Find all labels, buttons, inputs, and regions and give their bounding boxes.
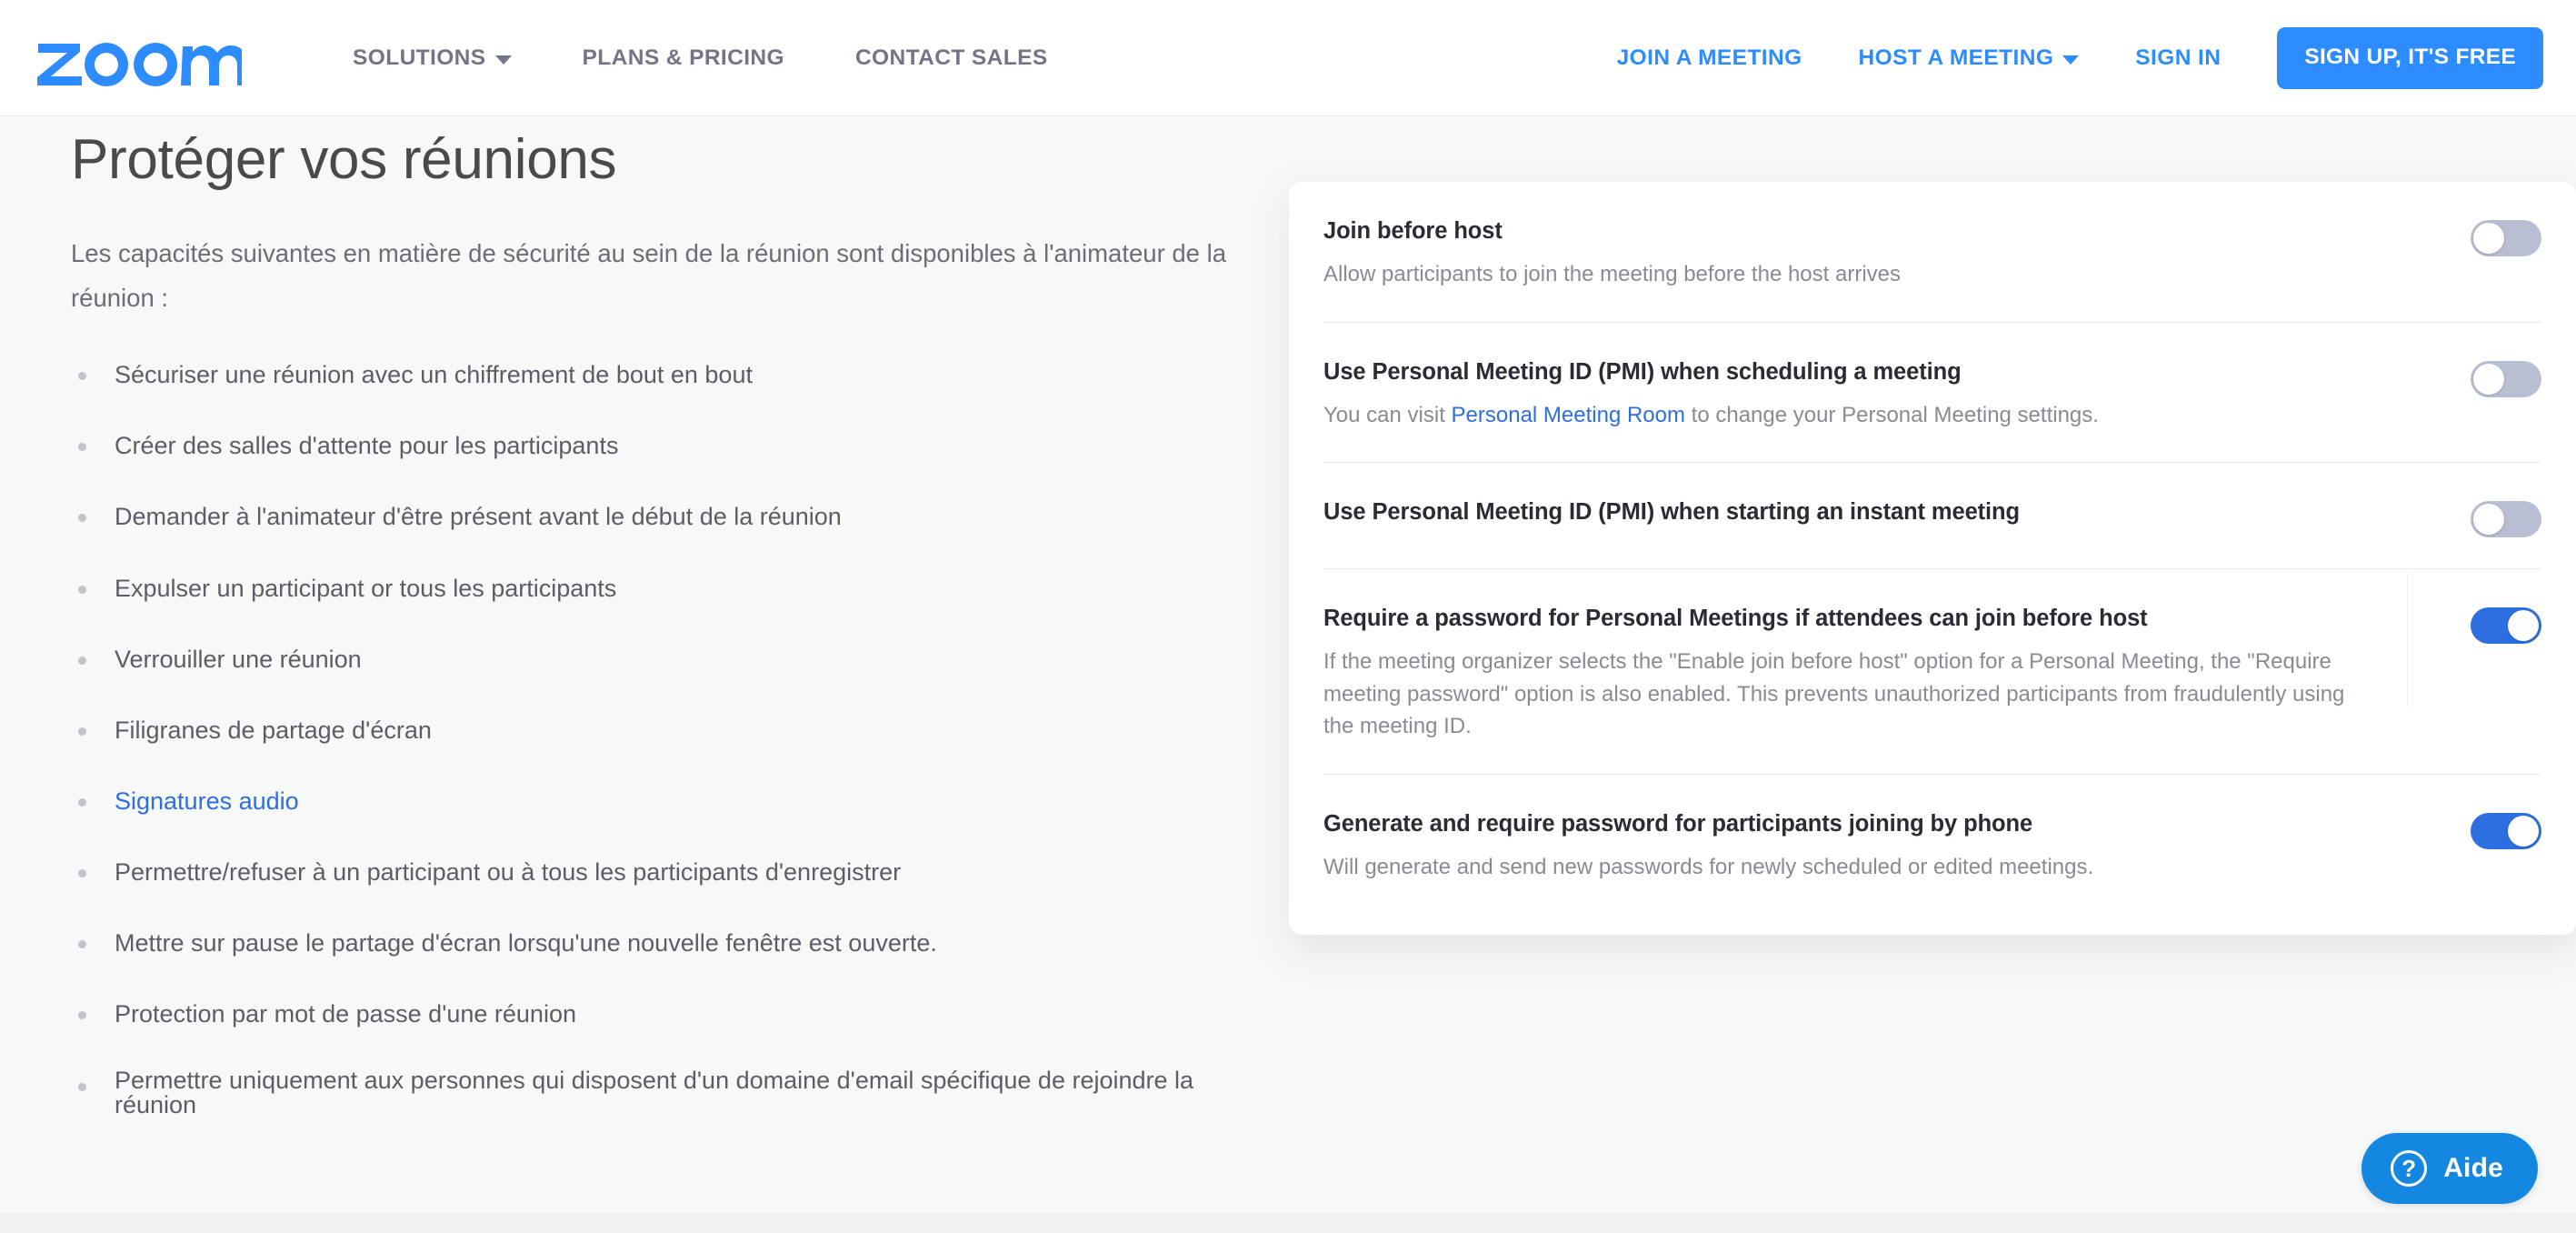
toggle-cell <box>2423 216 2541 256</box>
toggle-join-before-host[interactable] <box>2471 220 2541 256</box>
list-item: Verrouiller une réunion <box>71 642 1280 677</box>
list-item: Expulser un participant or tous les part… <box>71 571 1280 606</box>
nav-sign-in-label: SIGN IN <box>2135 45 2221 71</box>
feature-label: Créer des salles d'attente pour les part… <box>115 432 618 459</box>
nav-plans-pricing-label: PLANS & PRICING <box>583 45 784 71</box>
feature-list: Sécuriser une réunion avec un chiffremen… <box>71 357 1280 1102</box>
nav-sign-in[interactable]: SIGN IN <box>2135 45 2221 71</box>
toggle-pmi-scheduling[interactable] <box>2471 361 2541 397</box>
feature-label: Verrouiller une réunion <box>115 646 362 673</box>
list-item: Créer des salles d'attente pour les part… <box>71 428 1280 464</box>
setting-title: Use Personal Meeting ID (PMI) when sched… <box>1323 357 2378 387</box>
setting-description: You can visit Personal Meeting Room to c… <box>1323 399 2378 432</box>
setting-row-password-phone-participants: Generate and require password for partic… <box>1323 775 2541 935</box>
setting-row-require-password-personal-meetings: Require a password for Personal Meetings… <box>1323 569 2541 775</box>
nav-host-a-meeting-label: HOST A MEETING <box>1859 45 2054 71</box>
question-mark-circle-icon: ? <box>2391 1150 2427 1187</box>
footer-band <box>0 1213 2576 1233</box>
nav-contact-sales[interactable]: CONTACT SALES <box>855 45 1048 71</box>
setting-text: Generate and require password for partic… <box>1323 809 2423 884</box>
site-header: SOLUTIONS PLANS & PRICING CONTACT SALES … <box>0 0 2576 116</box>
nav-plans-pricing[interactable]: PLANS & PRICING <box>583 45 784 71</box>
toggle-knob <box>2473 364 2504 395</box>
setting-title: Use Personal Meeting ID (PMI) when start… <box>1323 497 2378 527</box>
nav-host-a-meeting[interactable]: HOST A MEETING <box>1859 45 2080 71</box>
desc-before-link: You can visit <box>1323 403 1452 427</box>
setting-description: Will generate and send new passwords for… <box>1323 851 2378 884</box>
nav-contact-sales-label: CONTACT SALES <box>855 45 1048 71</box>
toggle-require-password-personal-meetings[interactable] <box>2471 607 2541 644</box>
intro-paragraph: Les capacités suivantes en matière de sé… <box>71 232 1253 321</box>
setting-text: Join before host Allow participants to j… <box>1323 216 2423 291</box>
setting-row-pmi-instant-meeting: Use Personal Meeting ID (PMI) when start… <box>1323 463 2541 569</box>
setting-title: Join before host <box>1323 216 2378 246</box>
personal-meeting-room-link[interactable]: Personal Meeting Room <box>1452 403 1685 427</box>
list-item: Protection par mot de passe d'une réunio… <box>71 997 1280 1032</box>
toggle-cell <box>2423 357 2541 397</box>
desc-after-link: to change your Personal Meeting settings… <box>1685 403 2099 427</box>
feature-label: Protection par mot de passe d'une réunio… <box>115 1000 576 1028</box>
feature-label-line-2: réunion <box>115 1093 1280 1118</box>
sign-up-button[interactable]: SIGN UP, IT'S FREE <box>2277 27 2543 89</box>
toggle-knob <box>2508 610 2539 641</box>
feature-label: Sécuriser une réunion avec un chiffremen… <box>115 361 753 388</box>
list-item-overflowing: Permettre uniquement aux personnes qui d… <box>71 1068 1280 1103</box>
list-item: Filigranes de partage d'écran <box>71 713 1280 748</box>
help-button-label: Aide <box>2443 1153 2503 1184</box>
toggle-password-phone-participants[interactable] <box>2471 813 2541 849</box>
feature-label: Filigranes de partage d'écran <box>115 717 432 744</box>
main-content-left: Protéger vos réunions Les capacités suiv… <box>71 127 1280 1138</box>
nav-join-a-meeting-label: JOIN A MEETING <box>1617 45 1802 71</box>
feature-label: Expulser un participant or tous les part… <box>115 575 616 602</box>
toggle-knob <box>2473 223 2504 254</box>
feature-label: Permettre/refuser à un participant ou à … <box>115 858 901 886</box>
feature-label: Mettre sur pause le partage d'écran lors… <box>115 929 937 957</box>
setting-title: Require a password for Personal Meetings… <box>1323 604 2378 634</box>
toggle-cell <box>2423 604 2541 644</box>
list-item: Demander à l'animateur d'être présent av… <box>71 499 1280 535</box>
list-item-link-signatures-audio[interactable]: Signatures audio <box>71 784 1280 819</box>
setting-text: Use Personal Meeting ID (PMI) when start… <box>1323 497 2423 527</box>
toggle-pmi-instant-meeting[interactable] <box>2471 501 2541 537</box>
toggle-cell <box>2423 497 2541 537</box>
list-item: Mettre sur pause le partage d'écran lors… <box>71 926 1280 961</box>
setting-description: Allow participants to join the meeting b… <box>1323 258 2378 291</box>
toggle-cell <box>2423 809 2541 849</box>
primary-navigation: SOLUTIONS PLANS & PRICING CONTACT SALES <box>353 45 1119 71</box>
chevron-down-icon <box>495 55 512 65</box>
help-button[interactable]: ? Aide <box>2361 1133 2538 1204</box>
toggle-knob <box>2473 504 2504 535</box>
nav-solutions-label: SOLUTIONS <box>353 45 486 71</box>
setting-text: Require a password for Personal Meetings… <box>1323 604 2423 743</box>
setting-title: Generate and require password for partic… <box>1323 809 2378 839</box>
feature-label: Demander à l'animateur d'être présent av… <box>115 503 842 530</box>
setting-text: Use Personal Meeting ID (PMI) when sched… <box>1323 357 2423 432</box>
page-title: Protéger vos réunions <box>71 127 1280 192</box>
nav-solutions[interactable]: SOLUTIONS <box>353 45 512 71</box>
secondary-navigation: JOIN A MEETING HOST A MEETING SIGN IN SI… <box>1617 27 2543 89</box>
zoom-logo[interactable] <box>35 29 242 87</box>
settings-panel: Join before host Allow participants to j… <box>1289 182 2576 935</box>
chevron-down-icon <box>2062 55 2079 65</box>
feature-label-line-1: Permettre uniquement aux personnes qui d… <box>115 1067 1193 1094</box>
setting-row-pmi-scheduling: Use Personal Meeting ID (PMI) when sched… <box>1323 323 2541 464</box>
setting-description: If the meeting organizer selects the "En… <box>1323 646 2378 743</box>
list-item: Permettre/refuser à un participant ou à … <box>71 855 1280 890</box>
nav-join-a-meeting[interactable]: JOIN A MEETING <box>1617 45 1802 71</box>
list-item: Sécuriser une réunion avec un chiffremen… <box>71 357 1280 393</box>
toggle-knob <box>2508 816 2539 847</box>
zoom-logo-icon <box>35 29 242 87</box>
feature-label: Signatures audio <box>115 787 299 815</box>
setting-row-join-before-host: Join before host Allow participants to j… <box>1323 182 2541 323</box>
